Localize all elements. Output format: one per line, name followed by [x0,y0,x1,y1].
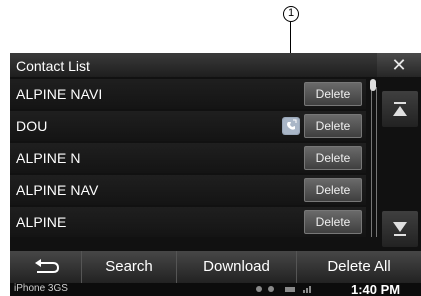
close-button[interactable]: ✕ [377,53,421,77]
delete-all-button[interactable]: Delete All [297,251,421,283]
contact-name: ALPINE NAVI [16,86,103,102]
contact-list: ALPINE NAVI Delete DOU Delete ALPINE N D… [10,79,366,239]
phone-device-icon [282,117,300,135]
contact-row[interactable]: ALPINE N Delete [10,143,366,173]
scroll-thumb[interactable] [370,79,376,91]
delete-button[interactable]: Delete [304,114,362,138]
contact-row[interactable]: ALPINE NAVI Delete [10,79,366,109]
contact-name: ALPINE N [16,150,81,166]
scroll-top-button[interactable] [382,91,418,127]
download-button[interactable]: Download [177,251,297,283]
search-button[interactable]: Search [82,251,177,283]
contact-name: DOU [16,118,48,134]
back-arrow-icon [34,259,59,274]
status-bar: iPhone 3GS 1:40 PM [10,282,421,296]
contact-row[interactable]: DOU Delete [10,111,366,141]
device-screen: Contact List ✕ ALPINE NAVI Delete DOU De… [10,53,421,296]
scroll-track [371,87,377,237]
delete-button[interactable]: Delete [304,82,362,106]
footer-toolbar: Search Download Delete All [10,251,421,283]
contact-name: ALPINE [16,214,67,230]
contact-row[interactable]: ALPINE NAV Delete [10,175,366,205]
clock: 1:40 PM [351,282,401,296]
contact-row[interactable]: ALPINE Delete [10,207,366,237]
delete-button[interactable]: Delete [304,178,362,202]
scroll-bottom-icon [393,222,407,236]
device-name: iPhone 3GS [14,283,68,294]
status-icons [255,284,335,296]
scroll-top-icon [393,102,407,116]
scroll-bottom-button[interactable] [382,211,418,247]
callout-marker: 1 [283,6,299,22]
delete-button[interactable]: Delete [304,146,362,170]
delete-button[interactable]: Delete [304,210,362,234]
scrollbar[interactable] [368,79,378,239]
page-title: Contact List [16,58,90,74]
signal-status-icon [256,286,311,293]
contact-name: ALPINE NAV [16,182,99,198]
header-bar: Contact List ✕ [10,53,421,77]
close-icon: ✕ [391,55,407,75]
back-button[interactable] [10,251,82,283]
